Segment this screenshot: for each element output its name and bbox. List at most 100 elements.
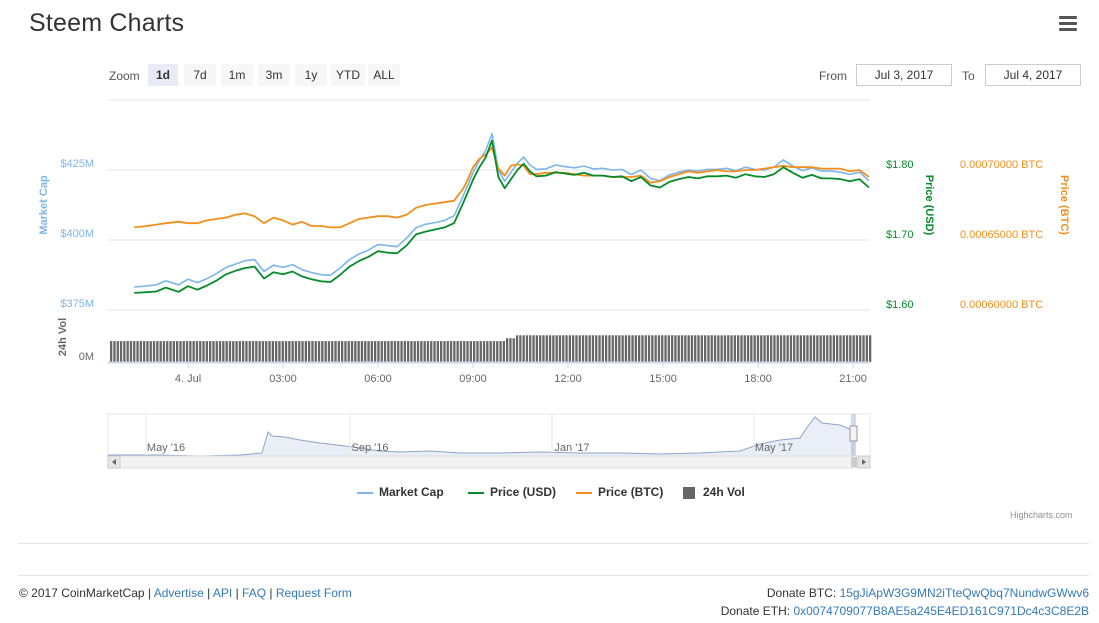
x-axis-tick-label: 09:00	[459, 373, 487, 385]
volume-column	[242, 341, 245, 362]
navigator-scrollbar	[107, 455, 871, 469]
grid-lines	[108, 99, 870, 311]
volume-column	[268, 341, 271, 362]
volume-column	[291, 341, 294, 362]
volume-column	[624, 335, 628, 362]
volume-column	[410, 341, 413, 362]
volume-column	[746, 335, 750, 362]
volume-column	[710, 335, 713, 362]
volume-column	[304, 341, 307, 362]
volume-column	[773, 335, 776, 362]
volume-column	[605, 335, 608, 362]
volume-column	[377, 341, 380, 362]
volume-column	[238, 341, 241, 362]
volume-column	[433, 341, 436, 362]
volume-column	[423, 341, 426, 362]
chart-canvas[interactable]: $425M $400M $375M Market Cap $1.80 $1.70 $1.60…	[0, 0, 1099, 480]
volume-column	[558, 335, 562, 362]
legend-label: Price (BTC)	[598, 485, 664, 499]
volume-column	[182, 341, 185, 362]
volume-column	[407, 341, 410, 362]
footer-links: © 2017 CoinMarketCap | Advertise | API |…	[19, 586, 352, 600]
volume-column	[152, 341, 156, 362]
price-usd-tick: $1.60	[886, 299, 914, 311]
volume-column	[614, 335, 618, 362]
volume-column	[869, 335, 872, 362]
volume-tick: 0M	[79, 351, 94, 363]
donate-eth-label: Donate ETH:	[720, 604, 791, 618]
volume-column	[341, 341, 344, 362]
volume-column	[578, 335, 581, 362]
volume-column	[565, 335, 568, 362]
navigator-handle	[849, 425, 858, 442]
volume-column	[690, 335, 694, 362]
price-usd-axis-title: Price (USD)	[923, 175, 935, 236]
legend-label: Price (USD)	[490, 485, 557, 499]
volume-column	[684, 335, 687, 362]
volume-column	[737, 335, 740, 362]
volume-column	[799, 335, 802, 362]
volume-column	[750, 335, 753, 362]
volume-column	[202, 341, 205, 362]
volume-column	[542, 335, 545, 362]
volume-column	[519, 335, 522, 362]
volume-column	[842, 335, 845, 362]
volume-column	[383, 341, 387, 362]
volume-column	[598, 335, 601, 362]
series-line-market-cap	[134, 132, 870, 288]
volume-column	[789, 335, 793, 362]
volume-column	[667, 335, 670, 362]
volume-column	[677, 335, 680, 362]
volume-column	[581, 335, 585, 362]
volume-column	[416, 341, 420, 362]
volume-column	[704, 335, 707, 362]
navigator-tick-label: Jan '17	[554, 442, 589, 454]
volume-column	[608, 335, 611, 362]
volume-column	[222, 341, 225, 362]
faq-link[interactable]: FAQ	[242, 586, 266, 600]
volume-column	[420, 341, 423, 362]
market-cap-tick: $375M	[60, 298, 94, 310]
volume-column	[506, 338, 509, 362]
series-lines	[134, 132, 870, 294]
price-btc-tick: 0.00060000 BTC	[960, 299, 1043, 311]
volume-column	[176, 341, 179, 362]
volume-column	[809, 335, 812, 362]
volume-column	[812, 335, 816, 362]
volume-column	[535, 335, 538, 362]
volume-column	[522, 335, 525, 362]
navigator[interactable]: May '16 Sep '16 Jan '17 May '17	[107, 413, 871, 469]
donate-eth-address[interactable]: 0x0074709077B8AE5a245E4ED161C971Dc4c3C8E…	[793, 604, 1089, 618]
volume-column	[436, 341, 439, 362]
scrollbar-thumb	[851, 457, 857, 467]
navigator-tick-label: May '16	[147, 442, 185, 454]
volume-column	[473, 341, 476, 362]
volume-column	[654, 335, 657, 362]
volume-column	[674, 335, 677, 362]
volume-column	[334, 341, 337, 362]
volume-column	[443, 341, 446, 362]
highcharts-credits-link[interactable]: Highcharts.com	[1010, 510, 1073, 520]
x-axis-tick-label: 03:00	[269, 373, 297, 385]
request-form-link[interactable]: Request Form	[276, 586, 352, 600]
volume-column	[611, 335, 614, 362]
volume-column	[671, 335, 674, 362]
volume-column	[288, 341, 291, 362]
volume-column	[585, 335, 588, 362]
volume-column	[803, 335, 806, 362]
volume-column	[492, 341, 496, 362]
volume-column	[169, 341, 172, 362]
volume-column	[466, 341, 469, 362]
donate-btc-address[interactable]: 15gJiApW3G9MN2iTteQwQbq7NundwGWwv6	[840, 586, 1089, 600]
api-link[interactable]: API	[213, 586, 232, 600]
volume-column	[159, 341, 162, 362]
copyright-text: © 2017 CoinMarketCap	[19, 586, 145, 600]
volume-column	[687, 335, 690, 362]
volume-column	[463, 341, 466, 362]
volume-column	[357, 341, 360, 362]
volume-column	[126, 341, 129, 362]
advertise-link[interactable]: Advertise	[154, 586, 204, 600]
volume-column	[694, 335, 697, 362]
volume-column	[281, 341, 284, 362]
volume-column	[179, 341, 182, 362]
